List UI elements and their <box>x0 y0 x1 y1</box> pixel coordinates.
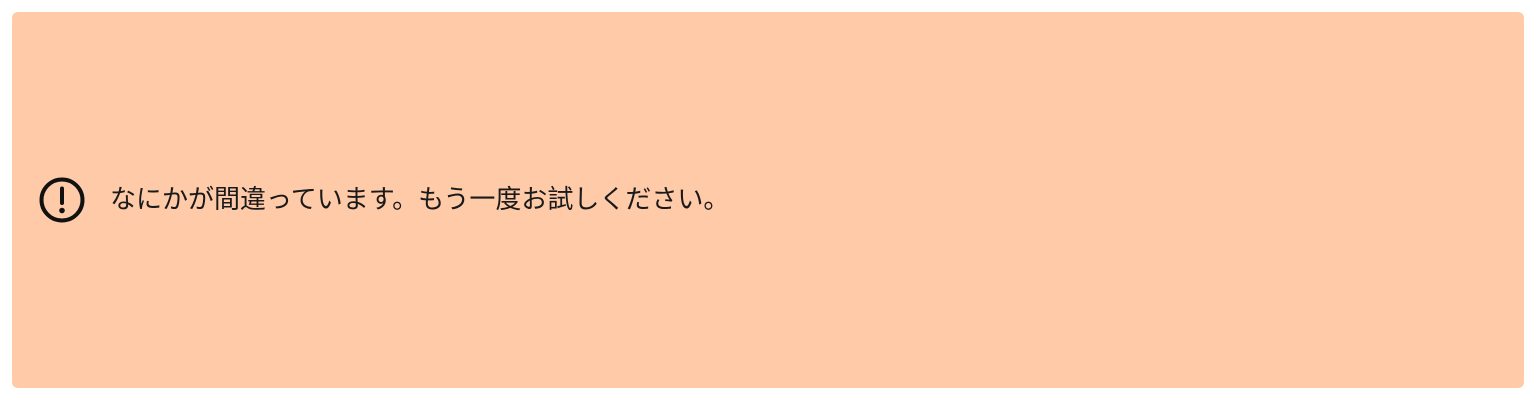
error-message: なにかが間違っています。もう一度お試しください。 <box>110 185 730 215</box>
error-alert: なにかが間違っています。もう一度お試しください。 <box>12 12 1524 388</box>
exclamation-circle-icon <box>38 176 86 224</box>
